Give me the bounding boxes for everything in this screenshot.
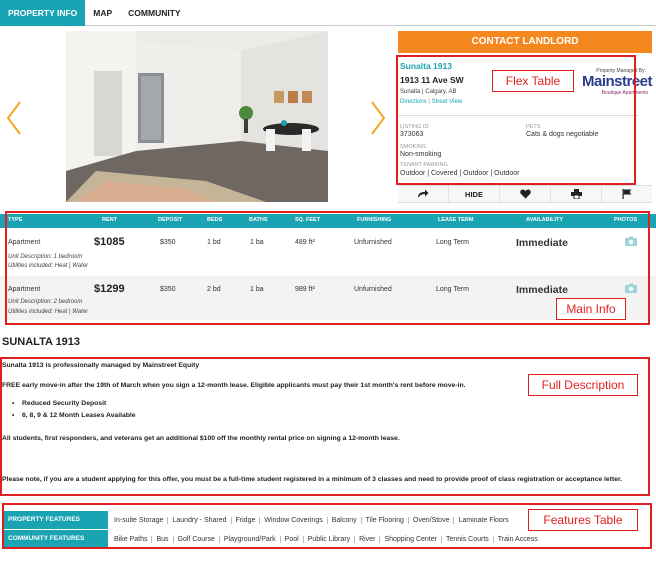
prev-photo-arrow[interactable] [4,100,24,136]
tab-bar: PROPERTY INFO MAP COMMUNITY [0,0,656,26]
listing-actions: HIDE [398,185,652,203]
main-info-highlight [5,211,650,325]
flex-table-annotation: Flex Table [492,70,574,92]
contact-landlord-button[interactable]: CONTACT LANDLORD [398,31,652,53]
features-table-annotation: Features Table [528,509,638,531]
favorite-button[interactable] [500,186,551,202]
heart-icon [519,189,531,199]
tab-community[interactable]: COMMUNITY [120,0,188,26]
property-photo[interactable] [66,31,328,202]
report-button[interactable] [602,186,652,202]
description-title: SUNALTA 1913 [2,336,81,348]
hide-button[interactable]: HIDE [449,186,500,202]
next-photo-arrow[interactable] [368,100,388,136]
print-icon [570,189,582,199]
print-button[interactable] [551,186,602,202]
tab-property-info[interactable]: PROPERTY INFO [0,0,86,26]
full-description-annotation: Full Description [528,374,638,396]
share-button[interactable] [398,186,449,202]
share-icon [418,189,429,198]
tab-map[interactable]: MAP [85,0,120,26]
main-info-annotation: Main Info [556,298,626,320]
flag-icon [622,189,632,199]
